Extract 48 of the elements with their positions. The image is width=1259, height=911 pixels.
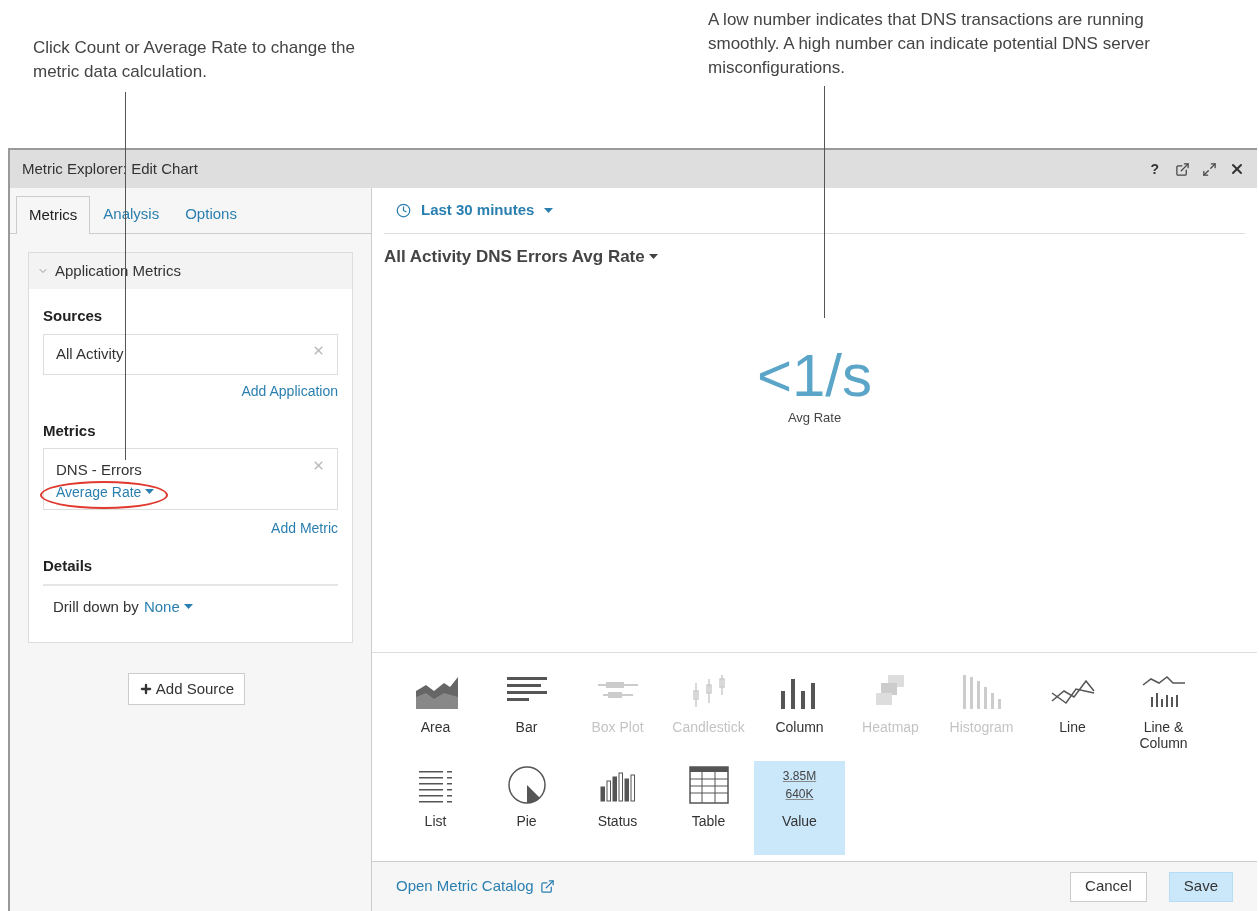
tab[interactable]: Metrics bbox=[16, 196, 91, 234]
caret-icon bbox=[183, 603, 193, 610]
metric-value: DNS - Errors bbox=[56, 460, 143, 480]
dialog-button[interactable]: Cancel bbox=[1070, 871, 1147, 902]
window-title: Metric Explorer: Edit Chart bbox=[22, 158, 199, 179]
metric-value-display: <1/s bbox=[756, 343, 873, 408]
add-source-button[interactable]: Add Source bbox=[127, 673, 246, 705]
chart-type-option[interactable]: Table bbox=[663, 761, 754, 855]
caret-icon bbox=[145, 489, 155, 495]
close-icon[interactable] bbox=[1229, 161, 1245, 177]
chart-type-option[interactable]: Line bbox=[1027, 667, 1118, 761]
add-metric-link[interactable]: Add Metric bbox=[271, 518, 338, 539]
expand-icon[interactable] bbox=[1202, 161, 1217, 177]
calculation-dropdown[interactable]: Average Rate bbox=[56, 481, 155, 503]
sample-value: 640K bbox=[785, 786, 814, 803]
chart-type-option[interactable]: 3.85M 640K Value bbox=[754, 761, 845, 855]
dialog-button[interactable]: Save bbox=[1168, 871, 1233, 902]
chart-type-option[interactable]: Status bbox=[572, 761, 663, 855]
clock-icon bbox=[396, 203, 411, 218]
help-button[interactable]: ? bbox=[1150, 158, 1159, 180]
chart-type-option[interactable]: Pie bbox=[481, 761, 572, 855]
time-range-dropdown[interactable]: Last 30 minutes bbox=[396, 199, 554, 222]
sample-value: 3.85M bbox=[782, 768, 817, 785]
chart-title-dropdown[interactable]: All Activity DNS Errors Avg Rate bbox=[384, 244, 658, 270]
callout-text: A low number indicates that DNS transactions are running smoothly. A high number can indicate potential DNS server misconfigurations. bbox=[708, 9, 1151, 79]
add-application-link[interactable]: Add Application bbox=[241, 380, 338, 402]
open-catalog-link[interactable]: Open Metric Catalog bbox=[396, 875, 1049, 898]
popout-icon[interactable] bbox=[1175, 161, 1190, 177]
field-label: Sources bbox=[43, 306, 104, 326]
source-field[interactable]: All Activity bbox=[43, 333, 338, 375]
field-label: Details bbox=[43, 555, 338, 586]
callout-text: Click Count or Average Rate to change the metric data calculation. bbox=[33, 37, 356, 83]
chart-type-option[interactable]: Area bbox=[390, 667, 481, 761]
plus-icon bbox=[138, 682, 153, 696]
chart-type-option[interactable]: List bbox=[390, 761, 481, 855]
caret-icon bbox=[544, 208, 554, 215]
tab[interactable]: Options bbox=[172, 196, 250, 233]
chart-type-option[interactable]: Bar bbox=[481, 667, 572, 761]
drill-label: Drill down by bbox=[53, 596, 139, 617]
chart-type-option[interactable]: Column bbox=[754, 667, 845, 761]
field-label: Metrics bbox=[43, 420, 97, 441]
chart-type-option[interactable]: Line & Column bbox=[1118, 667, 1209, 761]
external-link-icon bbox=[539, 879, 555, 894]
value-caption: Avg Rate bbox=[787, 408, 842, 427]
drill-dropdown[interactable]: None bbox=[143, 595, 193, 618]
caret-icon bbox=[648, 253, 658, 260]
metric-field[interactable]: DNS - Errors Average Rate bbox=[43, 448, 338, 510]
source-value: All Activity bbox=[56, 343, 125, 364]
